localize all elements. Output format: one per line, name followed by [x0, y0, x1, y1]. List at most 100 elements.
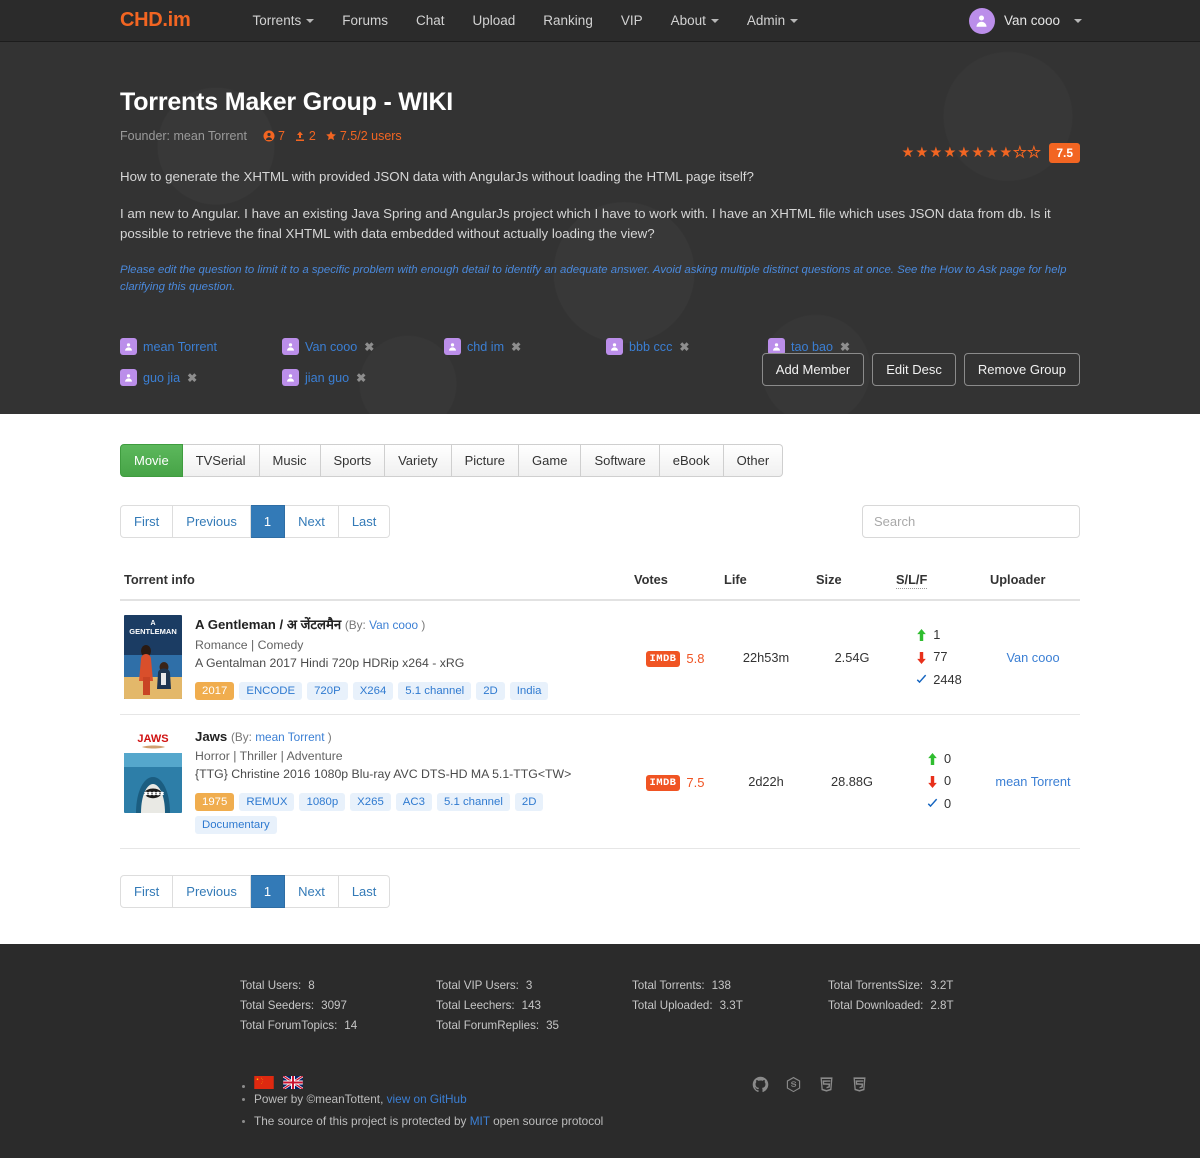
remove-member-icon[interactable]: ✖: [511, 340, 521, 354]
footer-stat-label: Total Users:: [240, 979, 302, 993]
china-flag-icon[interactable]: [254, 1075, 274, 1089]
star-filled-icon[interactable]: ★: [929, 146, 942, 161]
member-name[interactable]: guo jia: [143, 371, 180, 385]
pager-1[interactable]: 1: [250, 505, 286, 539]
category-tab-music[interactable]: Music: [259, 444, 321, 478]
tag-attribute[interactable]: X265: [350, 793, 391, 812]
category-tab-picture[interactable]: Picture: [451, 444, 520, 478]
site-logo[interactable]: CHD.im: [120, 9, 191, 32]
by-user-link[interactable]: mean Torrent: [255, 730, 324, 744]
star-empty-icon[interactable]: ★: [1027, 145, 1041, 161]
remove-group-button[interactable]: Remove Group: [963, 353, 1080, 387]
finished-line: 2448: [916, 669, 962, 691]
torrent-title[interactable]: A Gentleman / अ जेंटलमैन (By: Van cooo ): [195, 615, 548, 633]
pager-previous[interactable]: Previous: [173, 875, 251, 909]
uploader-link[interactable]: Van cooo: [1006, 650, 1059, 665]
edit-desc-button[interactable]: Edit Desc: [872, 353, 956, 387]
mit-license-link[interactable]: MIT: [470, 1114, 490, 1128]
tag-attribute[interactable]: X264: [352, 682, 394, 701]
nav-item-upload[interactable]: Upload: [459, 0, 530, 42]
tag-attribute[interactable]: 1080p: [299, 793, 346, 812]
member-name[interactable]: chd im: [467, 340, 504, 354]
pager-last[interactable]: Last: [338, 875, 391, 909]
github-icon[interactable]: [752, 1076, 769, 1093]
member-name[interactable]: tao bao: [791, 340, 833, 354]
category-tab-other[interactable]: Other: [723, 444, 784, 478]
remove-member-icon[interactable]: ✖: [356, 371, 366, 385]
tag-attribute[interactable]: REMUX: [239, 793, 295, 812]
rating-widget[interactable]: ★ ★ ★ ★ ★ ★ ★ ★ ★ ★ 7.5: [901, 143, 1080, 163]
tag-year[interactable]: 2017: [195, 682, 235, 701]
nav-item-torrents[interactable]: Torrents: [238, 0, 328, 42]
css3-icon[interactable]: [851, 1076, 868, 1093]
star-filled-icon[interactable]: ★: [901, 146, 914, 161]
star-filled-icon[interactable]: ★: [985, 146, 998, 161]
star-filled-icon[interactable]: ★: [915, 146, 928, 161]
footer-power-text: Power by ©meanTottent,: [254, 1091, 384, 1106]
tag-attribute[interactable]: AC3: [395, 793, 432, 812]
remove-member-icon[interactable]: ✖: [364, 340, 374, 354]
tag-attribute[interactable]: 2D: [514, 793, 544, 812]
star-filled-icon[interactable]: ★: [957, 146, 970, 161]
add-member-button[interactable]: Add Member: [761, 353, 865, 387]
pager-last[interactable]: Last: [338, 505, 391, 539]
footer-stat-row: Total Torrents: 138: [632, 976, 828, 996]
nav-item-vip[interactable]: VIP: [607, 0, 657, 42]
footer-stat-value: 143: [521, 998, 541, 1012]
nav-item-forums[interactable]: Forums: [328, 0, 402, 42]
remove-member-icon[interactable]: ✖: [187, 371, 197, 385]
html5-icon[interactable]: [818, 1076, 835, 1093]
torrent-poster[interactable]: A GENTLEMAN: [124, 615, 182, 700]
category-tab-variety[interactable]: Variety: [385, 444, 452, 478]
star-filled-icon[interactable]: ★: [943, 146, 956, 161]
user-menu[interactable]: Van cooo: [968, 7, 1082, 34]
torrent-poster[interactable]: JAWS: [124, 729, 182, 814]
pager-first[interactable]: First: [120, 875, 174, 909]
category-tab-tvserial[interactable]: TVSerial: [182, 444, 260, 478]
star-rating[interactable]: ★ ★ ★ ★ ★ ★ ★ ★ ★ ★: [901, 145, 1041, 161]
pager-previous[interactable]: Previous: [173, 505, 251, 539]
tag-attribute[interactable]: India: [509, 682, 549, 701]
footer-stat-value: 3.3T: [719, 998, 743, 1012]
footer-stat-value: 8: [308, 979, 315, 993]
tag-year[interactable]: 1975: [195, 793, 235, 812]
nodejs-icon[interactable]: [785, 1076, 802, 1093]
pager-1[interactable]: 1: [250, 875, 286, 909]
tag-attribute[interactable]: Documentary: [195, 816, 277, 835]
member-avatar: [120, 338, 137, 356]
search-input[interactable]: [862, 505, 1080, 539]
col-size: Size: [812, 562, 892, 602]
star-filled-icon[interactable]: ★: [971, 146, 984, 161]
star-empty-icon[interactable]: ★: [1013, 145, 1027, 161]
star-filled-icon[interactable]: ★: [999, 146, 1012, 161]
uploader-link[interactable]: mean Torrent: [995, 774, 1070, 789]
category-tab-software[interactable]: Software: [581, 444, 660, 478]
torrent-title[interactable]: Jaws (By: mean Torrent ): [195, 729, 626, 744]
tag-attribute[interactable]: 5.1 channel: [436, 793, 510, 812]
category-tab-ebook[interactable]: eBook: [659, 444, 724, 478]
member-name[interactable]: jian guo: [305, 371, 349, 385]
github-link[interactable]: view on GitHub: [387, 1092, 467, 1106]
nav-item-chat[interactable]: Chat: [402, 0, 459, 42]
tag-attribute[interactable]: 720P: [307, 682, 348, 701]
footer-stat-label: Total VIP Users:: [436, 979, 519, 993]
nav-item-ranking[interactable]: Ranking: [529, 0, 607, 42]
member-name[interactable]: bbb ccc: [629, 340, 672, 354]
tag-attribute[interactable]: 5.1 channel: [398, 682, 472, 701]
uk-flag-icon[interactable]: [283, 1075, 303, 1089]
tag-attribute[interactable]: ENCODE: [239, 682, 303, 701]
nav-item-about[interactable]: About: [657, 0, 733, 42]
by-user-link[interactable]: Van cooo: [369, 618, 418, 632]
remove-member-icon[interactable]: ✖: [679, 340, 689, 354]
nav-item-admin[interactable]: Admin: [733, 0, 812, 42]
category-tab-movie[interactable]: Movie: [120, 444, 183, 478]
pager-first[interactable]: First: [120, 505, 174, 539]
category-tab-sports[interactable]: Sports: [320, 444, 386, 478]
tag-attribute[interactable]: 2D: [476, 682, 505, 701]
member-name[interactable]: mean Torrent: [143, 340, 217, 354]
remove-member-icon[interactable]: ✖: [840, 340, 850, 354]
member-name[interactable]: Van cooo: [305, 340, 357, 354]
pager-next[interactable]: Next: [285, 505, 339, 539]
category-tab-game[interactable]: Game: [519, 444, 582, 478]
pager-next[interactable]: Next: [285, 875, 339, 909]
